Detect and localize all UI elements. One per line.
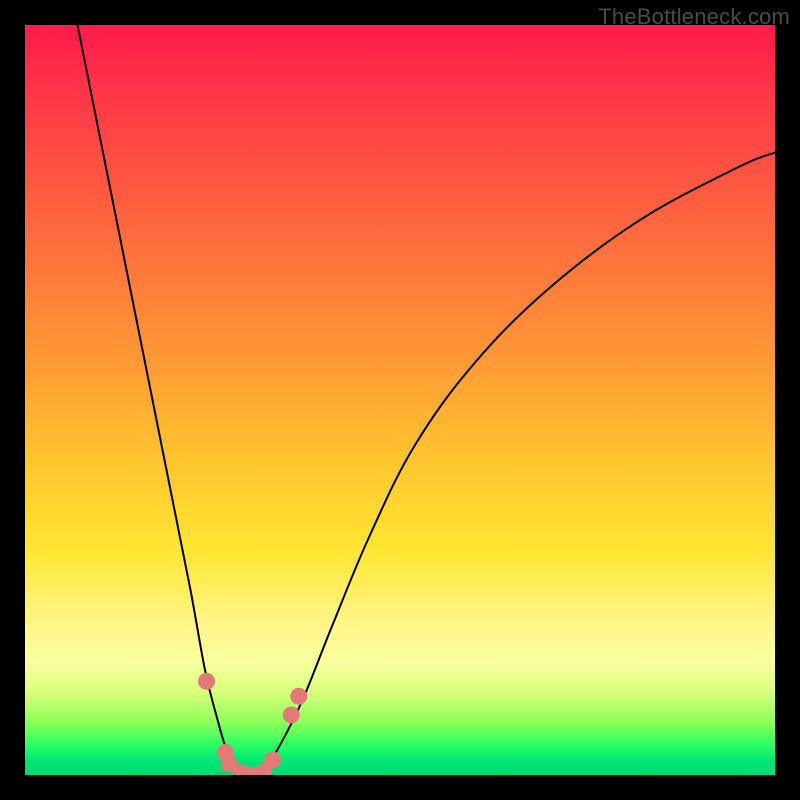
data-marker [290,688,307,705]
outer-frame: TheBottleneck.com [0,0,800,800]
watermark-text: TheBottleneck.com [598,4,790,30]
data-marker [283,707,300,724]
data-marker [264,752,281,769]
data-marker [198,673,215,690]
plot-area [25,25,775,775]
bottleneck-curve [25,25,775,775]
